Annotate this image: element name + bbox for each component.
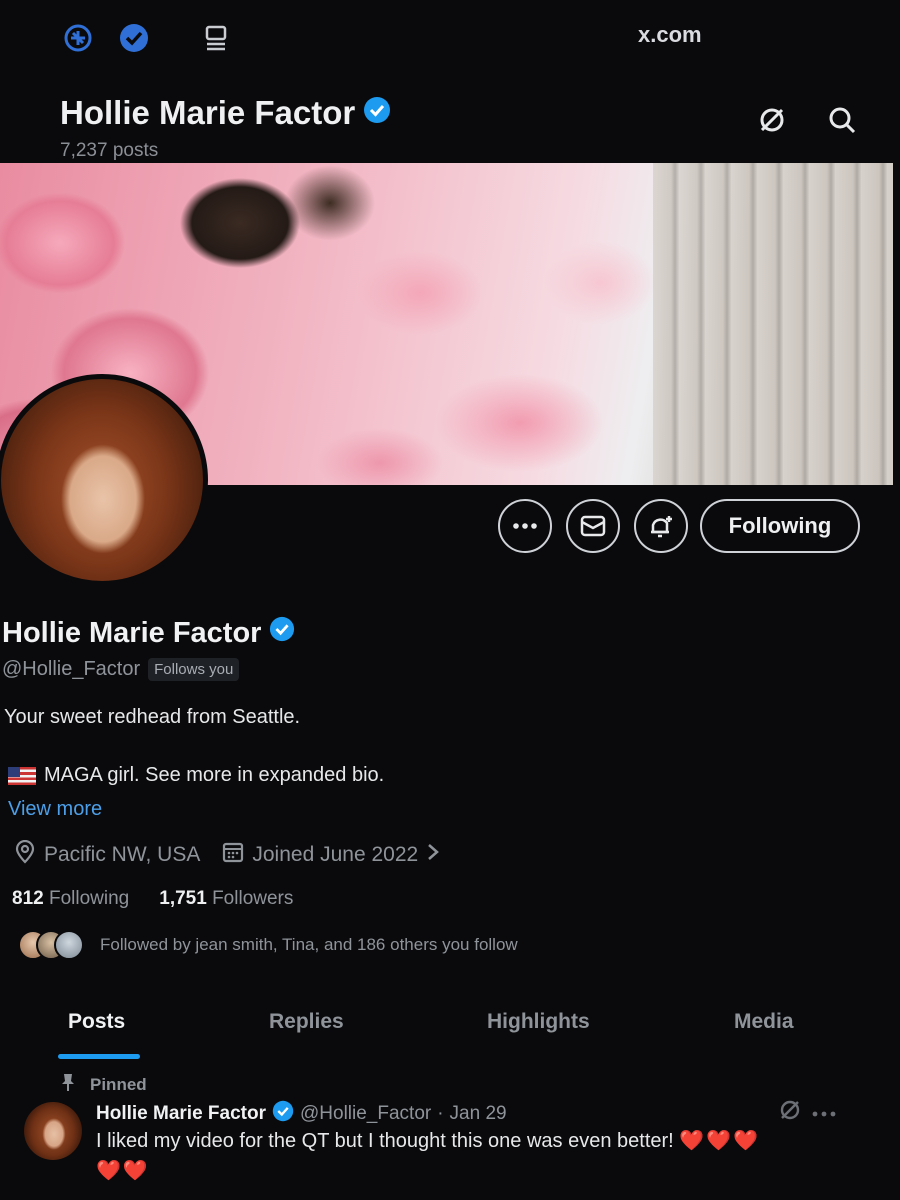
tab-highlights[interactable]: Highlights [487, 1010, 590, 1034]
banner-blinds [653, 163, 893, 485]
profile-header: Hollie Marie Factor 7,237 posts [0, 80, 900, 165]
tab-replies[interactable]: Replies [269, 1010, 344, 1034]
pinned-row: Pinned [60, 1072, 147, 1097]
location-text: Pacific NW, USA [44, 843, 201, 866]
view-more-link[interactable]: View more [8, 798, 102, 821]
extension-icon[interactable] [60, 20, 96, 56]
post-separator: · [437, 1103, 444, 1124]
profile-meta: Pacific NW, USA Joined June 2022 [14, 839, 440, 870]
bell-plus-icon [651, 516, 672, 538]
grok-icon[interactable] [752, 100, 792, 140]
followed-by-avatars [18, 928, 86, 962]
post-author[interactable]: Hollie Marie Factor [96, 1103, 266, 1125]
followers-stat[interactable]: 1,751 Followers [159, 888, 293, 910]
grok-icon[interactable] [778, 1098, 802, 1127]
followed-by-row[interactable]: Followed by jean smith, Tina, and 186 ot… [18, 928, 518, 962]
post-count: 7,237 posts [60, 140, 159, 161]
joined-text[interactable]: Joined June 2022 [252, 843, 418, 867]
profile-handle-row: @Hollie_Factor Follows you [2, 658, 240, 681]
pinned-post[interactable]: Pinned Hollie Marie Factor @Hollie_Facto… [0, 1068, 900, 1200]
reader-icon[interactable] [198, 20, 234, 56]
following-label: Following [48, 888, 130, 909]
profile-actions: Following [0, 499, 900, 555]
following-stat[interactable]: 812 Following [12, 888, 129, 910]
verified-badge-icon [363, 94, 391, 132]
more-options-button[interactable] [498, 499, 552, 553]
tab-media[interactable]: Media [734, 1010, 794, 1034]
active-tab-indicator [58, 1054, 140, 1059]
hearts-emoji-wrap: ❤️❤️ [96, 1160, 150, 1182]
post-header: Hollie Marie Factor @Hollie_Factor · Jan… [96, 1100, 507, 1128]
followed-by-text: Followed by jean smith, Tina, and 186 ot… [100, 935, 518, 954]
post-text: I liked my video for the QT but I though… [96, 1126, 856, 1186]
tab-posts[interactable]: Posts [68, 1010, 125, 1034]
mail-icon [580, 515, 606, 537]
post-handle[interactable]: @Hollie_Factor [300, 1103, 431, 1125]
following-button[interactable]: Following [700, 499, 860, 553]
more-icon [513, 523, 537, 529]
search-icon[interactable] [822, 100, 862, 140]
post-body: I liked my video for the QT but I though… [96, 1130, 674, 1152]
post-more-icon[interactable] [812, 1104, 836, 1122]
following-count: 812 [12, 888, 44, 909]
browser-toolbar: x.com [0, 0, 900, 80]
post-date[interactable]: Jan 29 [450, 1103, 507, 1125]
location-icon [14, 839, 36, 870]
profile-tabs: Posts Replies Highlights Media [0, 1000, 900, 1062]
post-actions-top [778, 1098, 836, 1127]
hearts-emoji: ❤️❤️❤️ [679, 1130, 761, 1152]
bio-line-1: Your sweet redhead from Seattle. [4, 706, 301, 728]
mini-avatar [54, 930, 84, 960]
pin-icon [60, 1072, 76, 1097]
url-text[interactable]: x.com [638, 22, 702, 48]
verified-badge-icon [272, 1100, 294, 1128]
verified-extension-icon[interactable] [116, 20, 152, 56]
follows-you-badge: Follows you [148, 658, 240, 681]
verified-badge-icon [269, 616, 295, 650]
chevron-right-icon[interactable] [426, 842, 440, 868]
followers-label: Followers [212, 888, 294, 909]
header-name-text: Hollie Marie Factor [60, 94, 356, 131]
us-flag-icon [8, 766, 36, 785]
header-name: Hollie Marie Factor [60, 94, 391, 132]
bio-line-2-row: MAGA girl. See more in expanded bio. [8, 764, 384, 787]
profile-name-text: Hollie Marie Factor [2, 616, 262, 649]
post-avatar[interactable] [24, 1102, 82, 1160]
calendar-icon [222, 841, 244, 869]
message-button[interactable] [566, 499, 620, 553]
bio-line-2: MAGA girl. See more in expanded bio. [44, 764, 385, 786]
pinned-label: Pinned [90, 1074, 147, 1094]
profile-handle: @Hollie_Factor [2, 658, 141, 680]
profile-name: Hollie Marie Factor [2, 616, 295, 650]
follow-stats: 812 Following 1,751 Followers [12, 888, 293, 910]
followers-count: 1,751 [159, 888, 207, 909]
notifications-button[interactable] [634, 499, 688, 553]
